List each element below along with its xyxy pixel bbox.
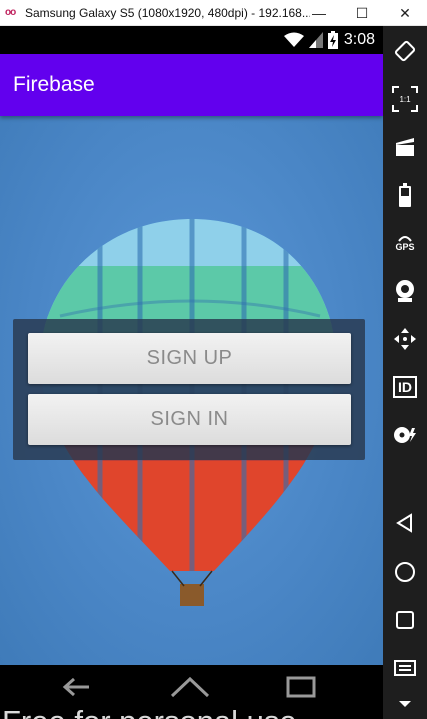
window-title: Samsung Galaxy S5 (1080x1920, 480dpi) - …	[25, 5, 310, 20]
gps-label: GPS	[395, 242, 415, 252]
disk-icon[interactable]	[383, 420, 427, 450]
sign-in-button[interactable]: SIGN IN	[28, 394, 351, 445]
nav-back-icon[interactable]	[62, 676, 92, 703]
main-content: SIGN UP SIGN IN	[0, 116, 383, 665]
home-icon[interactable]	[383, 557, 427, 587]
signal-icon	[308, 32, 323, 48]
app-bar: Firebase	[0, 54, 383, 116]
gps-icon[interactable]: GPS	[383, 228, 427, 258]
wifi-icon	[283, 32, 304, 48]
battery-icon	[327, 31, 338, 49]
minimize-button[interactable]: —	[297, 0, 341, 26]
scale-label: 1:1	[399, 95, 411, 104]
menu-icon[interactable]	[383, 653, 427, 683]
rotate-icon[interactable]	[383, 36, 427, 66]
app-logo-icon: oo	[5, 7, 16, 18]
id-label: ID	[393, 376, 417, 398]
balloon-basket	[180, 584, 204, 606]
status-time: 3:08	[343, 31, 375, 48]
auth-panel: SIGN UP SIGN IN	[13, 319, 365, 460]
battery-icon[interactable]	[383, 180, 427, 210]
watermark-text: Free for personal use	[2, 704, 297, 719]
nav-recents-icon[interactable]	[286, 676, 316, 703]
expand-down-icon[interactable]	[383, 689, 427, 719]
id-icon[interactable]: ID	[383, 372, 427, 402]
nav-home-icon[interactable]	[168, 676, 212, 703]
fullscreen-icon[interactable]: 1:1	[383, 84, 427, 114]
emulator-toolbar: 1:1 GPS ID	[383, 26, 427, 719]
sign-up-button[interactable]: SIGN UP	[28, 333, 351, 384]
back-icon[interactable]	[383, 508, 427, 538]
camera-icon[interactable]	[383, 276, 427, 306]
maximize-button[interactable]: ☐	[340, 0, 384, 26]
app-title: Firebase	[13, 73, 95, 96]
close-button[interactable]: ✕	[383, 0, 427, 26]
device-screen: 3:08 Firebase SIGN UP SIGN IN	[0, 26, 383, 719]
video-capture-icon[interactable]	[383, 132, 427, 162]
move-icon[interactable]	[383, 324, 427, 354]
window-title-bar: oo Samsung Galaxy S5 (1080x1920, 480dpi)…	[0, 0, 427, 26]
status-bar: 3:08	[0, 26, 383, 54]
recents-icon[interactable]	[383, 605, 427, 635]
